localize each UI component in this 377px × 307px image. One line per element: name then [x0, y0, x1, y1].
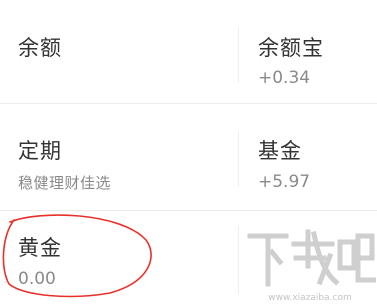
empty-cell: [239, 211, 377, 307]
gold-title: 黄金: [18, 236, 62, 260]
fixed-term-cell[interactable]: 定期 稳健理财佳选: [0, 104, 238, 210]
yuebao-cell[interactable]: 余额宝 +0.34: [239, 0, 377, 103]
yuebao-title: 余额宝: [258, 36, 324, 60]
fixed-term-subtitle: 稳健理财佳选: [18, 174, 112, 192]
asset-row: 定期 稳健理财佳选 基金 +5.97: [0, 104, 377, 210]
fixed-term-title: 定期: [18, 139, 62, 163]
balance-title: 余额: [18, 36, 62, 60]
fund-cell[interactable]: 基金 +5.97: [239, 104, 377, 210]
fund-earnings: +5.97: [258, 172, 311, 192]
asset-row: 余额 余额宝 +0.34: [0, 0, 377, 103]
balance-cell[interactable]: 余额: [0, 0, 238, 103]
fund-title: 基金: [258, 139, 302, 163]
yuebao-earnings: +0.34: [258, 68, 311, 88]
asset-row: 黄金 0.00: [0, 211, 377, 307]
gold-balance: 0.00: [18, 269, 56, 289]
asset-grid: 余额 余额宝 +0.34 定期 稳健理财佳选 基金 +5.97 黄金 0.00: [0, 0, 377, 307]
gold-cell[interactable]: 黄金 0.00: [0, 211, 238, 307]
